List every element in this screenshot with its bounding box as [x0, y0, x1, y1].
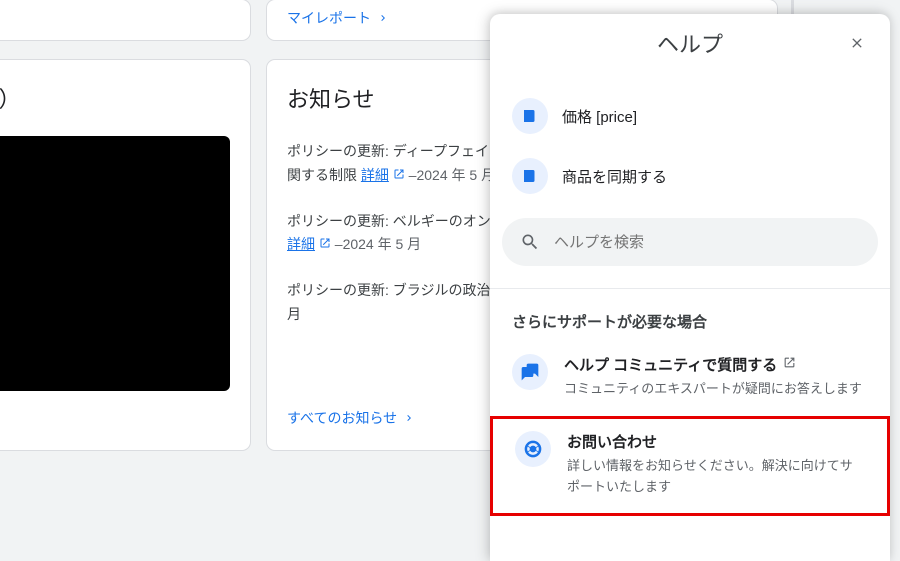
help-search[interactable]: [502, 218, 878, 266]
help-article-sync-products[interactable]: 商品を同期する: [502, 146, 878, 206]
search-icon: [520, 232, 540, 252]
close-button[interactable]: [842, 28, 872, 58]
support-icon: [515, 431, 551, 467]
close-icon: [849, 35, 865, 51]
my-report-label: マイレポート: [287, 8, 371, 28]
external-link-icon: [783, 356, 796, 373]
help-title: ヘルプ: [657, 27, 723, 59]
main-left-title: スティング）: [0, 82, 230, 114]
article-icon: [512, 158, 548, 194]
contact-desc: 詳しい情報をお知らせください。解決に向けてサポートいたします: [567, 456, 865, 498]
help-search-input[interactable]: [554, 234, 860, 251]
contact-us-item[interactable]: お問い合わせ 詳しい情報をお知らせください。解決に向けてサポートいたします: [490, 416, 890, 517]
community-desc: コミュニティのエキスパートが疑問にお答えします: [564, 379, 868, 400]
help-article-label: 商品を同期する: [562, 166, 667, 187]
help-article-price[interactable]: 価格 [price]: [502, 86, 878, 146]
detail-link[interactable]: 詳細: [287, 236, 315, 252]
contact-title: お問い合わせ: [567, 431, 657, 452]
help-panel: ヘルプ 価格 [price] 商品を同期する さらにサポートが必要な場合: [490, 14, 890, 561]
community-icon: [512, 354, 548, 390]
detail-link[interactable]: 詳細: [361, 167, 389, 183]
community-title: ヘルプ コミュニティで質問する: [564, 354, 777, 375]
help-article-label: 価格 [price]: [562, 106, 637, 127]
community-help-item[interactable]: ヘルプ コミュニティで質問する コミュニティのエキスパートが疑問にお答えします: [490, 342, 890, 416]
help-articles: 価格 [price] 商品を同期する: [490, 72, 890, 210]
external-link-icon: [393, 167, 409, 183]
main-left-card: スティング）: [0, 60, 250, 450]
external-link-icon: [319, 236, 335, 252]
more-support-label: さらにサポートが必要な場合: [490, 299, 890, 342]
article-icon: [512, 98, 548, 134]
chevron-right-icon: [403, 412, 415, 424]
video-thumbnail[interactable]: [0, 136, 230, 391]
divider: [490, 288, 890, 289]
help-header: ヘルプ: [490, 14, 890, 72]
my-report-link[interactable]: マイレポート: [287, 8, 389, 28]
top-left-card: [0, 0, 250, 40]
chevron-right-icon: [377, 12, 389, 24]
